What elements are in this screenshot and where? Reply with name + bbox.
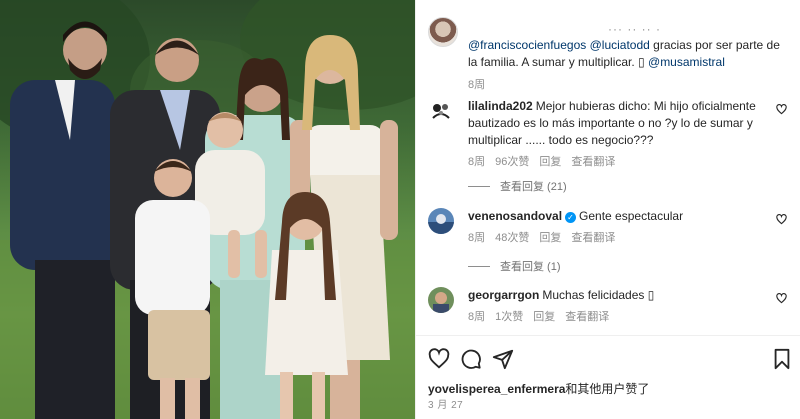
caption-mention-3[interactable]: @musamistral (645, 55, 725, 69)
caption-mention-1[interactable]: @franciscocienfuegos (468, 38, 586, 52)
view-replies-button[interactable]: 查看回复 (21) (468, 178, 567, 194)
replies-divider (468, 265, 490, 267)
comment-meta: 8周 96次赞 回复 查看翻译 (468, 154, 773, 171)
comment-reply-button[interactable]: 回复 (539, 230, 561, 247)
caption-emoji: ▯ (638, 55, 645, 69)
caption-mention-2[interactable]: @luciatodd (590, 38, 650, 52)
comment-text: Muchas felicidades ▯ (542, 288, 655, 302)
post-photo[interactable] (0, 0, 415, 419)
comment-translate-button[interactable]: 查看翻译 (571, 154, 615, 171)
caption-time: 8周 (468, 79, 486, 91)
comment-username[interactable]: lilalinda202 (468, 99, 533, 113)
replies-divider (468, 185, 490, 187)
comment-like-heart-icon[interactable] (776, 104, 787, 118)
comment-likes[interactable]: 48次赞 (495, 230, 529, 247)
comment-translate-button[interactable]: 查看翻译 (571, 230, 615, 247)
comment-reply-button[interactable]: 回复 (533, 309, 555, 326)
share-icon[interactable] (492, 348, 514, 370)
heart-icon[interactable] (428, 348, 450, 370)
bookmark-icon[interactable] (771, 348, 793, 370)
post-date: 3 月 27 (428, 400, 464, 411)
comment-username[interactable]: venenosandoval (468, 209, 562, 223)
comment-time: 8周 (468, 311, 486, 323)
comment-likes[interactable]: 1次赞 (495, 309, 523, 326)
avatar-lilalinda202-icon[interactable] (428, 98, 454, 124)
comment-body: lilalinda202 Mejor hubieras dicho: Mi hij… (468, 98, 773, 171)
comment-like-heart-icon[interactable] (776, 293, 787, 307)
caption-meta: 8周 (468, 77, 788, 94)
liked-by-username[interactable]: yovelisperea_enfermera (428, 382, 565, 396)
comments-panel: ··· ·· ·· · @franciscocienfuegos @luciat… (415, 0, 800, 419)
verified-badge-icon: ✓ (565, 212, 577, 223)
comment-time: 8周 (468, 156, 486, 168)
liked-by-suffix: 和其他用户赞了 (565, 382, 650, 396)
post-action-bar (416, 335, 800, 375)
avatar-venenosandoval-icon[interactable] (428, 208, 454, 234)
comment-reply-button[interactable]: 回复 (539, 154, 561, 171)
view-replies-button[interactable]: 查看回复 (1) (468, 258, 561, 274)
comment-likes[interactable]: 96次赞 (495, 154, 529, 171)
avatar-georgarrgon-icon[interactable] (428, 287, 454, 313)
view-replies-label[interactable]: 查看回复 (1) (500, 258, 561, 274)
comment-icon[interactable] (460, 348, 482, 370)
liked-by-summary[interactable]: yovelisperea_enfermera和其他用户赞了 (428, 380, 649, 397)
view-replies-label[interactable]: 查看回复 (21) (500, 178, 567, 194)
comment-body: georgarrgon Muchas felicidades ▯ 8周 1次赞 回… (468, 287, 773, 326)
author-avatar[interactable] (428, 17, 458, 47)
family-photo-illustration (0, 0, 415, 419)
comment-text: Gente espectacular (579, 209, 684, 223)
comment-time: 8周 (468, 232, 486, 244)
comment-meta: 8周 48次赞 回复 查看翻译 (468, 230, 773, 247)
author-header-partial: ··· ·· ·· · (608, 22, 661, 36)
comment-meta: 8周 1次赞 回复 查看翻译 (468, 309, 773, 326)
post-caption: @franciscocienfuegos @luciatodd gracias … (468, 37, 788, 94)
comment-username[interactable]: georgarrgon (468, 288, 539, 302)
comment-translate-button[interactable]: 查看翻译 (565, 309, 609, 326)
comment-like-heart-icon[interactable] (776, 214, 787, 228)
comment-body: venenosandoval ✓ Gente espectacular 8周 48次… (468, 208, 773, 247)
